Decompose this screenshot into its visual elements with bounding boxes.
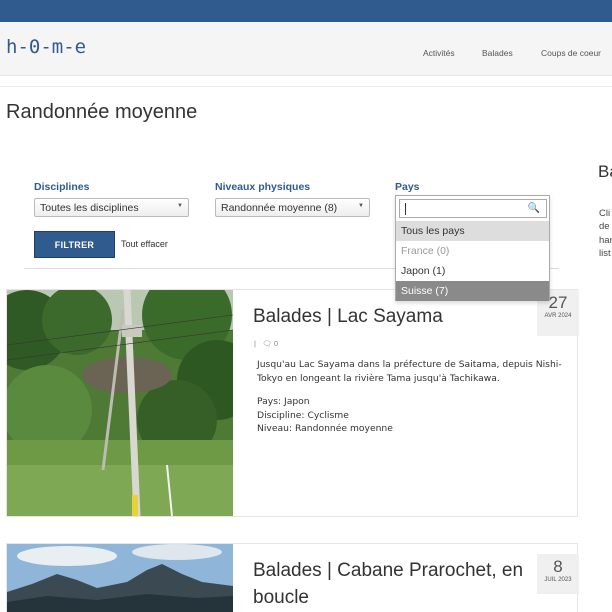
post-pays: Pays: Japon [257, 396, 310, 407]
meta-separator: | [254, 339, 261, 348]
post-title-line: boucle [253, 587, 309, 608]
pays-option-tous[interactable]: Tous les pays [396, 221, 549, 241]
niveaux-select[interactable]: Randonnée moyenne (8) ▼ [215, 198, 370, 217]
post-discipline: Discipline: Cyclisme [257, 410, 349, 421]
pays-dropdown: 🔍 Tous les pays France (0) Japon (1) Sui… [395, 195, 550, 301]
post-meta: | 🗨 0 [254, 339, 278, 348]
pays-search-input[interactable]: 🔍 [399, 199, 547, 218]
search-icon: 🔍 [527, 203, 540, 214]
post-image[interactable] [7, 544, 233, 612]
post-title[interactable]: Balades | Lac Sayama [253, 303, 443, 330]
date-month: AVR 2024 [544, 313, 572, 319]
comment-count[interactable]: 0 [274, 339, 278, 348]
disciplines-select-value: Toutes les disciplines [40, 202, 139, 214]
date-month: JUIL 2023 [544, 577, 572, 583]
sidebar-text-line: Cli [599, 208, 611, 219]
pays-option-japon[interactable]: Japon (1) [396, 261, 549, 281]
sidebar-text-line: har [599, 235, 612, 246]
post-card: Balades | Cabane Prarochet, en boucle 8 … [6, 543, 579, 612]
post-photo-mountains [7, 544, 233, 612]
site-logo[interactable]: h-0-m-e [6, 36, 86, 58]
post-excerpt: Jusqu'au Lac Sayama dans la préfecture d… [257, 359, 562, 384]
site-header: h-0-m-e Activités Balades Coups de coeur [0, 22, 612, 76]
date-badge: 8 JUIL 2023 [537, 554, 579, 594]
disciplines-select[interactable]: Toutes les disciplines ▼ [34, 198, 189, 217]
sidebar-title: Ba [598, 162, 612, 181]
chevron-down-icon: ▼ [177, 203, 183, 209]
pays-option-suisse[interactable]: Suisse (7) [396, 281, 549, 301]
date-day: 8 [553, 557, 563, 576]
comment-icon: 🗨 [262, 339, 272, 348]
niveaux-label: Niveaux physiques [215, 181, 311, 193]
post-image[interactable] [7, 290, 233, 516]
page-title: Randonnée moyenne [6, 101, 198, 123]
disciplines-label: Disciplines [34, 181, 90, 193]
clear-all-link[interactable]: Tout effacer [121, 239, 168, 249]
header-divider [0, 86, 612, 87]
nav-activites[interactable]: Activités [423, 48, 455, 58]
sidebar-text-line: list [599, 248, 611, 259]
top-bar [0, 0, 612, 22]
niveaux-select-value: Randonnée moyenne (8) [221, 202, 338, 214]
pays-label: Pays [395, 181, 420, 193]
nav-coups-de-coeur[interactable]: Coups de coeur [541, 48, 601, 58]
pays-option-france: France (0) [401, 245, 450, 257]
filter-button[interactable]: FILTRER [34, 231, 115, 258]
post-title-line: Balades | Cabane Prarochet, en [253, 560, 524, 581]
post-photo-trees [7, 290, 233, 516]
text-cursor [405, 203, 406, 215]
post-title[interactable]: Balades | Cabane Prarochet, en boucle [253, 557, 523, 611]
sidebar-text-line: de [599, 221, 610, 232]
post-niveau: Niveau: Randonnée moyenne [257, 423, 393, 434]
nav-balades[interactable]: Balades [482, 48, 513, 58]
post-card: Balades | Lac Sayama 27 AVR 2024 | 🗨 0 J… [6, 289, 579, 517]
chevron-down-icon: ▼ [358, 203, 364, 209]
